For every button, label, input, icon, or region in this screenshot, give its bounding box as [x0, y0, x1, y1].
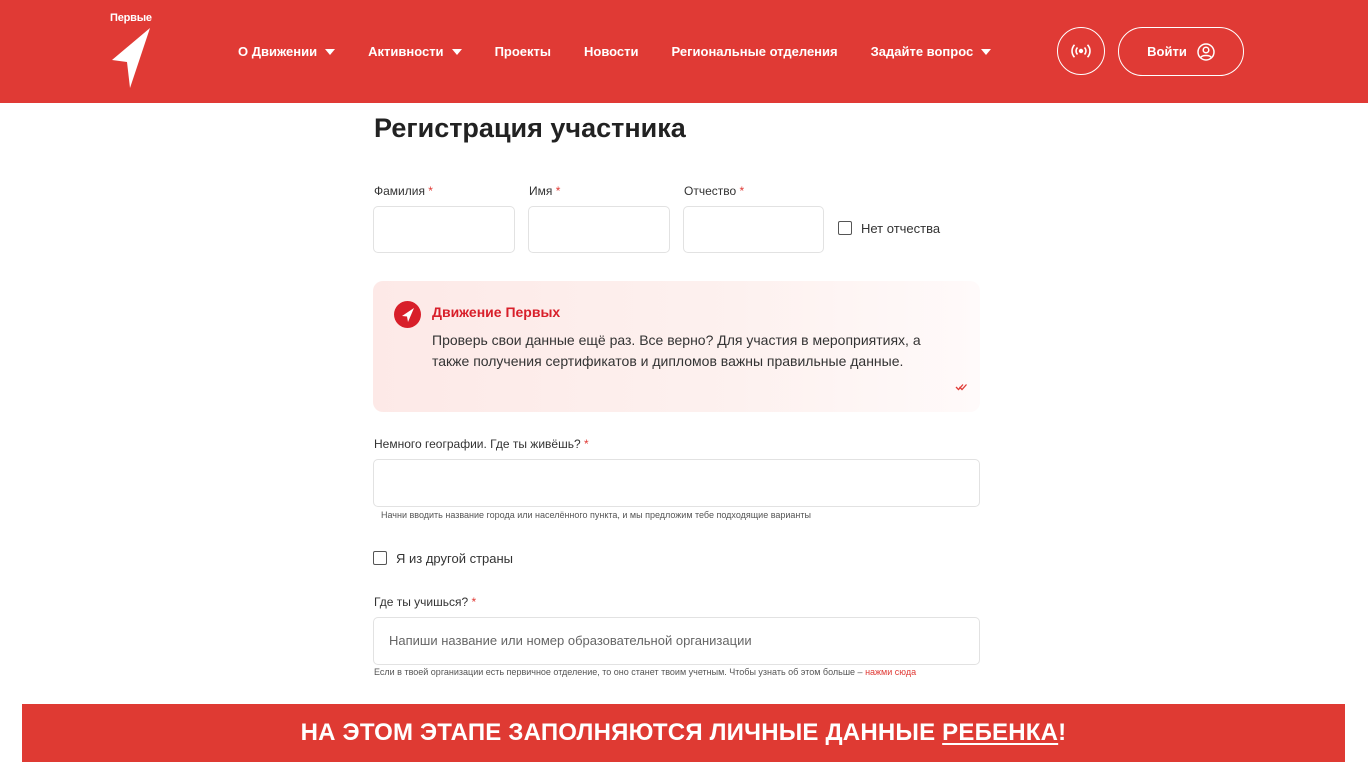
user-circle-icon: [1197, 42, 1215, 61]
double-check-icon: [955, 384, 967, 391]
nav-item-about[interactable]: О Движении: [238, 44, 336, 59]
notice-text: Проверь свои данные ещё раз. Все верно? …: [432, 332, 921, 369]
school-hint-text: Если в твоей организации есть первичное …: [374, 667, 863, 677]
nav-item-label: Региональные отделения: [671, 44, 838, 59]
broadcast-button[interactable]: [1057, 27, 1105, 75]
required-mark: *: [471, 595, 477, 609]
school-hint-link[interactable]: нажми сюда: [865, 667, 916, 677]
nav-item-projects[interactable]: Проекты: [495, 44, 551, 59]
no-patronymic-checkbox[interactable]: [838, 221, 852, 235]
required-mark: *: [739, 184, 745, 198]
geo-input[interactable]: [373, 459, 980, 507]
geo-label: Немного географии. Где ты живёшь? *: [374, 437, 589, 451]
caret-down-icon: [325, 48, 336, 55]
login-label: Войти: [1147, 44, 1187, 59]
login-button[interactable]: Войти: [1118, 27, 1244, 76]
nav-item-label: О Движении: [238, 44, 318, 59]
banner-text-after: !: [1058, 719, 1067, 746]
page-title: Регистрация участника: [374, 113, 686, 143]
nav-item-news[interactable]: Новости: [584, 44, 639, 59]
nav-item-regional[interactable]: Региональные отделения: [672, 44, 838, 59]
patronymic-label-text: Отчество: [684, 184, 737, 198]
caret-down-icon: [981, 48, 992, 55]
school-label: Где ты учишься? *: [374, 595, 476, 609]
required-mark: *: [555, 184, 561, 198]
patronymic-input[interactable]: [683, 206, 824, 253]
school-label-text: Где ты учишься?: [374, 595, 469, 609]
main-nav: О Движении Активности Проекты Новости Ре…: [238, 0, 1024, 103]
notice-title: Движение Первых: [432, 304, 561, 320]
surname-label: Фамилия *: [374, 184, 433, 198]
geo-label-text: Немного географии. Где ты живёшь?: [374, 437, 581, 451]
banner-text: НА ЭТОМ ЭТАПЕ ЗАПОЛНЯЮТСЯ ЛИЧНЫЕ ДАННЫЕ …: [301, 719, 1067, 747]
school-hint: Если в твоей организации есть первичное …: [374, 667, 916, 677]
instruction-banner: НА ЭТОМ ЭТАПЕ ЗАПОЛНЯЮТСЯ ЛИЧНЫЕ ДАННЫЕ …: [22, 704, 1345, 762]
geo-hint: Начни вводить название города или населё…: [381, 510, 811, 520]
name-label: Имя *: [529, 184, 560, 198]
nav-item-label: Проекты: [494, 44, 551, 59]
other-country-label: Я из другой страны: [396, 551, 513, 566]
site-header: Первые О Движении Активности Проекты Нов…: [0, 0, 1368, 103]
other-country-checkbox[interactable]: [373, 551, 387, 565]
required-mark: *: [583, 437, 589, 451]
nav-item-label: Новости: [584, 44, 639, 59]
movement-logo-icon: [394, 301, 421, 328]
no-patronymic-label: Нет отчества: [861, 221, 941, 236]
nav-item-activities[interactable]: Активности: [368, 44, 462, 59]
caret-down-icon: [451, 48, 462, 55]
surname-label-text: Фамилия: [374, 184, 425, 198]
banner-text-underlined: РЕБЕНКА: [942, 719, 1059, 746]
logo-text: Первые: [110, 12, 152, 24]
banner-text-before: НА ЭТОМ ЭТАПЕ ЗАПОЛНЯЮТСЯ ЛИЧНЫЕ ДАННЫЕ: [300, 719, 943, 746]
logo-arrow-icon: [112, 28, 150, 88]
logo[interactable]: Первые: [106, 12, 158, 92]
surname-input[interactable]: [373, 206, 515, 253]
broadcast-icon: [1071, 44, 1091, 58]
name-label-text: Имя: [529, 184, 553, 198]
required-mark: *: [428, 184, 433, 198]
school-placeholder: Напиши название или номер образовательно…: [389, 633, 752, 648]
notice-card: Движение Первых Проверь свои данные ещё …: [373, 281, 980, 412]
nav-item-label: Активности: [368, 44, 444, 59]
nav-item-ask-question[interactable]: Задайте вопрос: [871, 44, 992, 59]
nav-item-label: Задайте вопрос: [870, 44, 974, 59]
school-input[interactable]: Напиши название или номер образовательно…: [373, 617, 980, 665]
name-input[interactable]: [528, 206, 670, 253]
patronymic-label: Отчество *: [684, 184, 744, 198]
